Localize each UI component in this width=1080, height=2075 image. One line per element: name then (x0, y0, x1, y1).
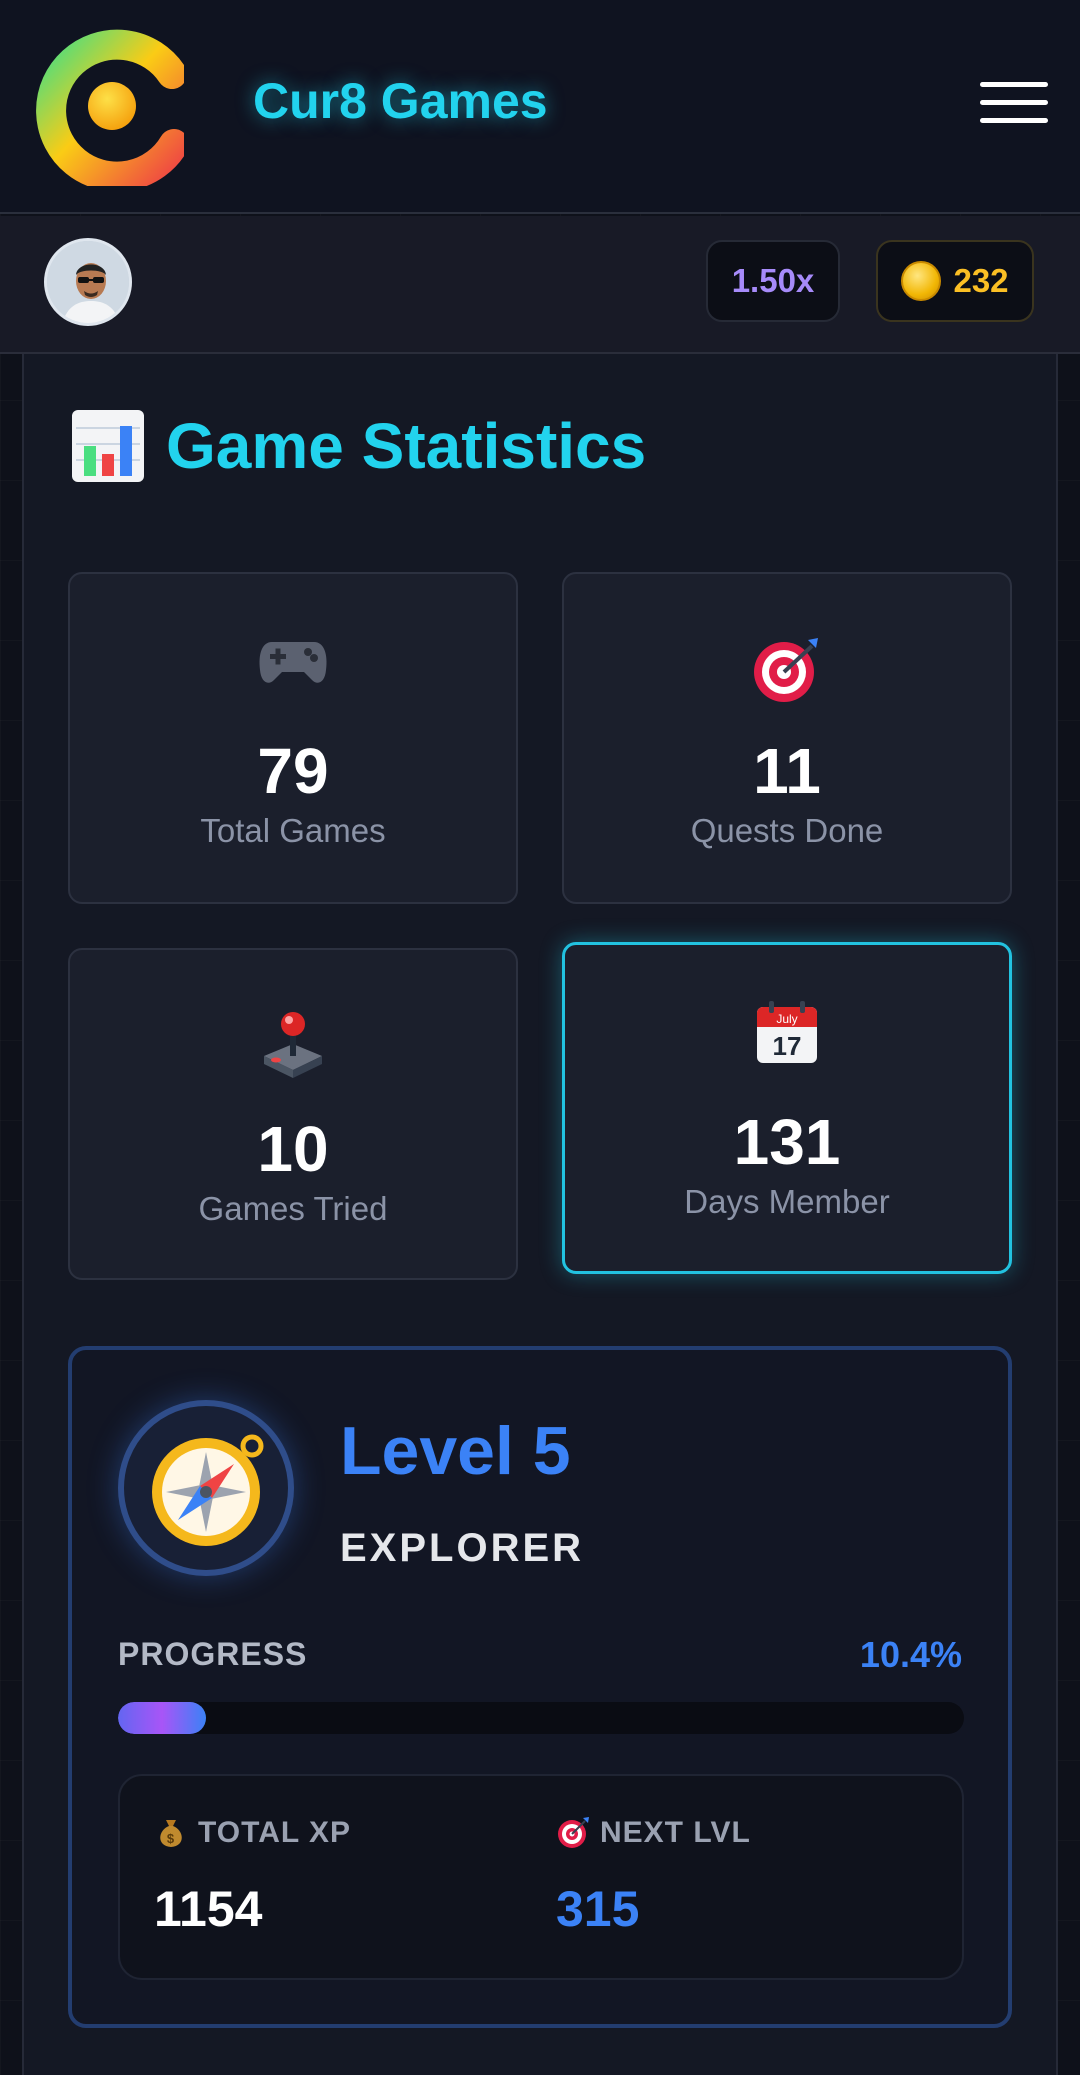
xp-summary: $ TOTAL XP 1154 NEXT LVL 315 (118, 1774, 964, 1980)
page-title: Game Statistics (166, 410, 647, 482)
stat-card-days-member[interactable]: July 17 131 Days Member (562, 942, 1012, 1274)
hamburger-icon-line (980, 100, 1048, 105)
app-header: Cur8 Games (0, 0, 1080, 214)
stat-value: 10 (257, 1113, 329, 1185)
stat-label: Games Tried (198, 1190, 388, 1227)
next-lvl-label: NEXT LVL (600, 1816, 751, 1849)
hamburger-menu-button[interactable] (980, 82, 1048, 124)
brand-title: Cur8 Games (253, 73, 548, 129)
progress-bar (118, 1702, 964, 1734)
total-xp-label-row: $ TOTAL XP (154, 1816, 351, 1850)
stat-card-quests-done[interactable]: 11 Quests Done (562, 572, 1012, 904)
svg-text:$: $ (167, 1831, 175, 1846)
bar-chart-icon (72, 410, 144, 482)
compass-icon (152, 1434, 264, 1546)
coin-balance: 232 (953, 262, 1009, 299)
avatar-image-icon (47, 241, 129, 323)
calendar-day-text: 17 (773, 1031, 802, 1061)
stat-label: Total Games (200, 812, 386, 849)
stat-label: Days Member (684, 1183, 890, 1220)
total-xp-label: TOTAL XP (198, 1816, 352, 1849)
progress-bar-fill (118, 1702, 206, 1734)
logo-icon[interactable] (34, 26, 184, 186)
joystick-icon (264, 1012, 322, 1078)
progress-percent: 10.4% (859, 1634, 962, 1675)
next-lvl-label-row: NEXT LVL (556, 1816, 751, 1850)
stat-value: 131 (733, 1106, 841, 1178)
gamepad-icon (259, 642, 327, 683)
money-bag-icon: $ (160, 1820, 182, 1847)
level-rank: EXPLORER (340, 1526, 585, 1570)
target-icon (754, 638, 818, 702)
stat-label: Quests Done (690, 812, 884, 849)
user-bar: 1.50x 232 (0, 216, 1080, 354)
level-title: Level 5 (340, 1413, 571, 1489)
multiplier-value: 1.50x (731, 262, 815, 299)
level-badge (118, 1400, 294, 1576)
coin-icon (901, 261, 942, 301)
multiplier-badge[interactable]: 1.50x (706, 240, 840, 322)
calendar-icon: July 17 (757, 1001, 817, 1063)
stat-card-games-tried[interactable]: 10 Games Tried (68, 948, 518, 1280)
hamburger-icon (980, 82, 1048, 87)
total-xp-value: 1154 (154, 1881, 263, 1937)
avatar[interactable] (44, 238, 132, 326)
hamburger-icon-line (980, 118, 1048, 123)
coin-balance-badge[interactable]: 232 (876, 240, 1034, 322)
section-header: Game Statistics (70, 408, 646, 484)
next-lvl-value: 315 (556, 1881, 640, 1937)
level-card: Level 5 EXPLORER PROGRESS 10.4% $ TOTAL … (68, 1346, 1012, 2028)
target-icon (558, 1817, 589, 1848)
stat-value: 79 (257, 735, 329, 807)
calendar-month-text: July (776, 1012, 797, 1026)
stat-value: 11 (753, 735, 821, 807)
progress-label: PROGRESS (118, 1636, 308, 1672)
stat-card-total-games[interactable]: 79 Total Games (68, 572, 518, 904)
